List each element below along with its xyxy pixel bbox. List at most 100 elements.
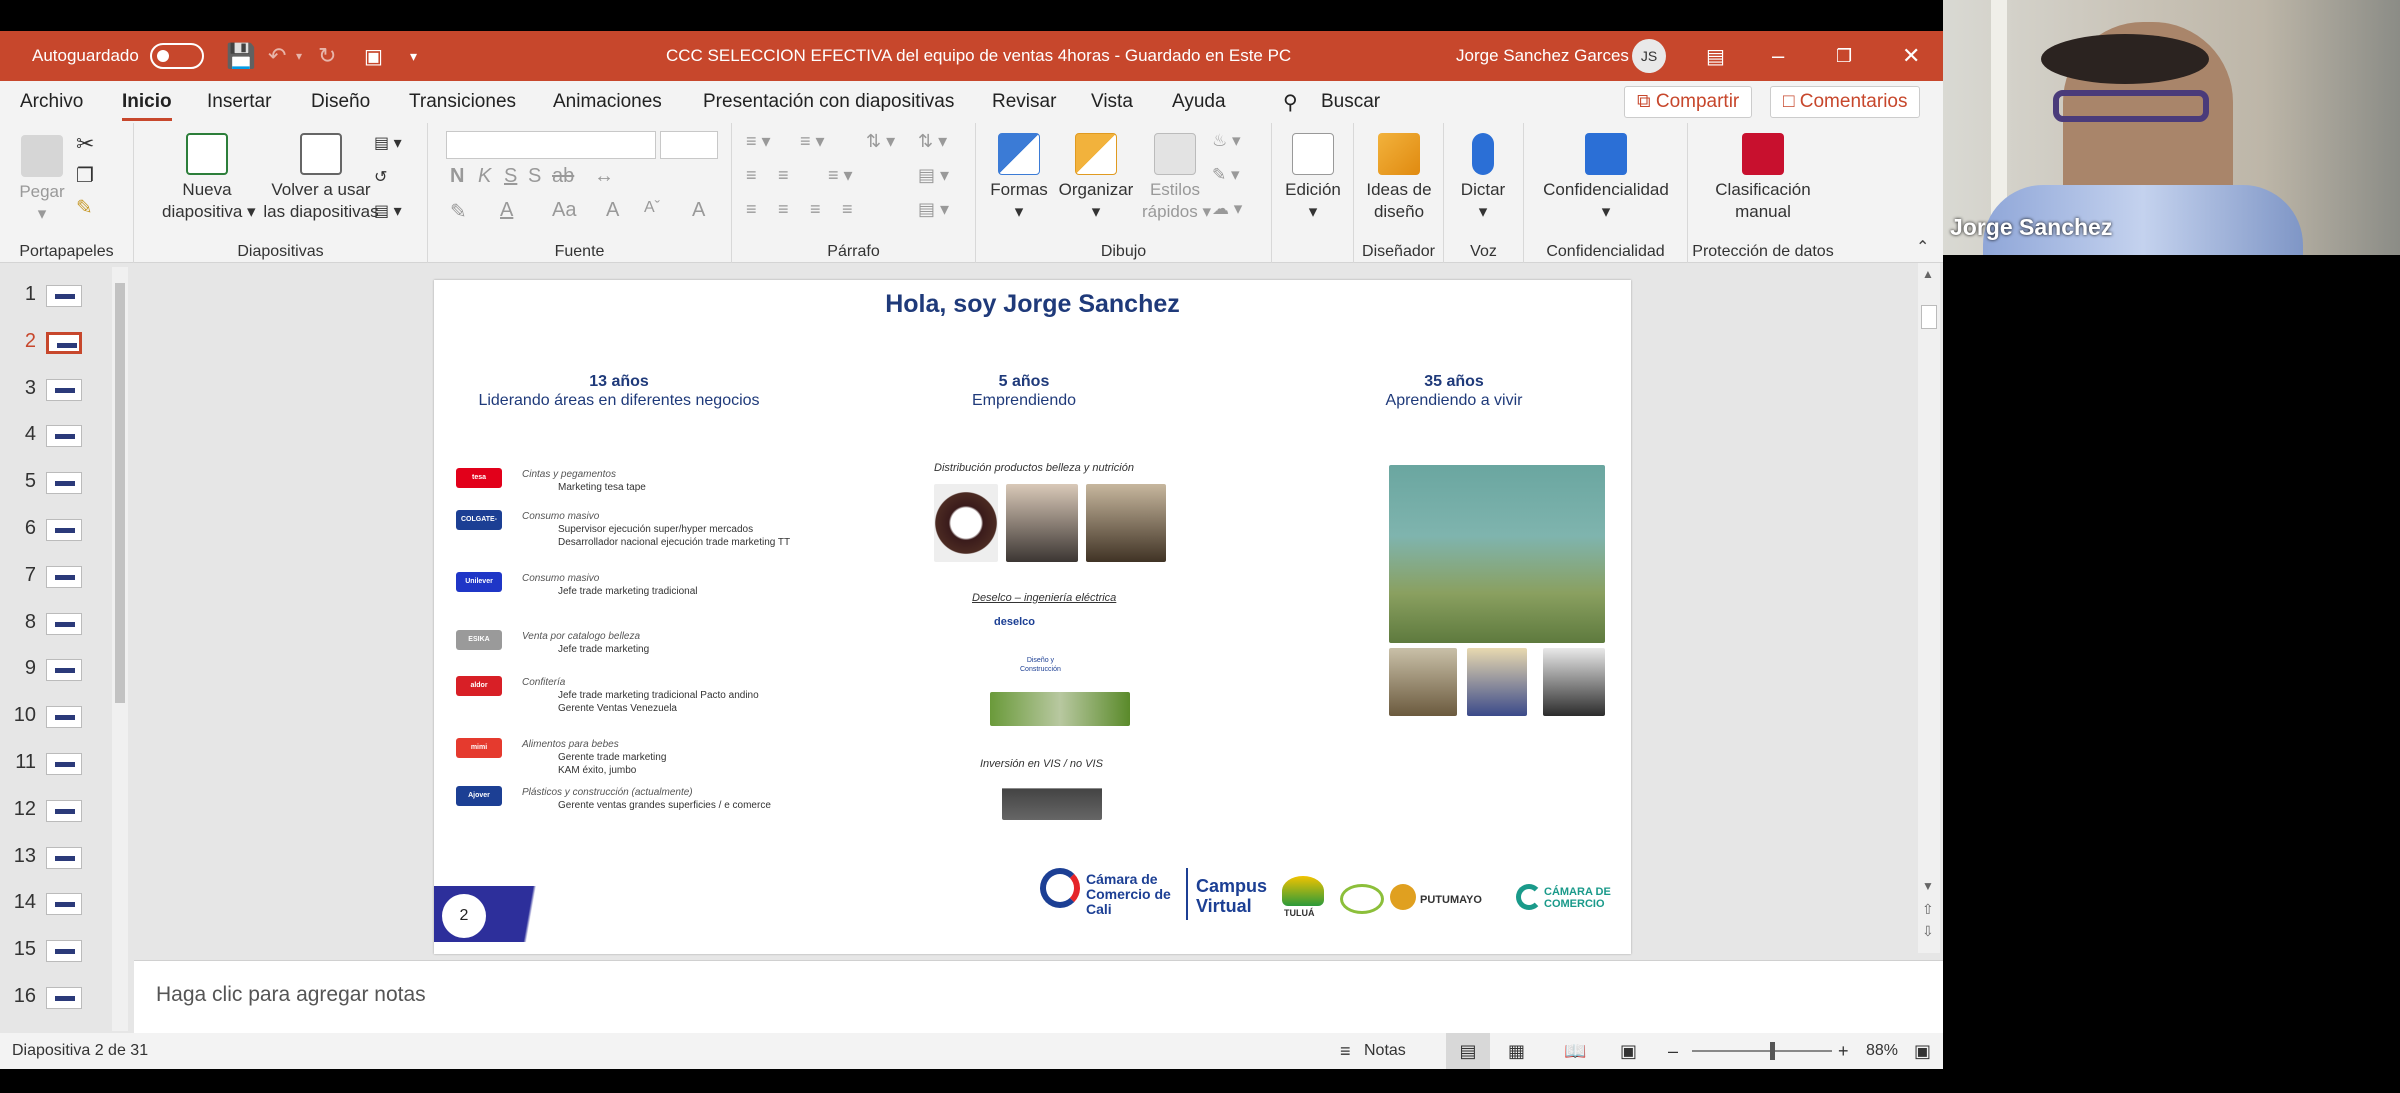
bullets-icon[interactable]: ≡ ▾ [746,131,771,152]
format-painter-icon[interactable]: ✎ [76,197,93,219]
ribbon-display-icon[interactable]: ▤ [1706,31,1725,81]
line-spacing-icon[interactable]: ⇅ ▾ [866,131,895,152]
search-icon[interactable]: ⚲ [1283,81,1298,123]
notes-placeholder[interactable]: Haga clic para agregar notas [156,983,426,1007]
notes-icon[interactable]: ≡ [1340,1033,1351,1069]
tab-animaciones[interactable]: Animaciones [553,81,662,123]
shapes-button[interactable]: Formas ▾ [988,133,1050,223]
customize-toolbar-icon[interactable]: ▾ [410,31,417,81]
tab-revisar[interactable]: Revisar [992,81,1056,123]
zoom-slider[interactable] [1692,1033,1832,1069]
justify-icon[interactable]: ≡ [842,199,853,220]
tab-ayuda[interactable]: Ayuda [1172,81,1226,123]
paste-button[interactable]: Pegar ▾ [14,135,70,225]
highlight-icon[interactable]: ✎ [450,199,467,224]
new-slide-button[interactable]: Nueva diapositiva ▾ [162,133,256,223]
zoom-out-icon[interactable]: – [1668,1033,1678,1069]
slide-thumbnail-preview[interactable] [46,659,82,682]
arrange-button[interactable]: Organizar ▾ [1054,133,1138,223]
shrink-font-button[interactable]: Aˇ [644,199,660,217]
collapse-ribbon-icon[interactable]: ⌃ [1916,237,1929,257]
undo-icon[interactable]: ↶ [268,31,286,81]
close-icon[interactable]: ✕ [1902,31,1920,81]
strikethrough-button[interactable]: ab [552,165,574,188]
tab-archivo[interactable]: Archivo [20,81,83,123]
tab-insertar[interactable]: Insertar [207,81,271,123]
spacing-button[interactable]: ↔ [594,165,614,188]
bold-button[interactable]: N [450,165,464,188]
slide-thumbnail-preview[interactable] [46,846,82,869]
search-box[interactable]: Buscar [1321,81,1380,123]
dictate-button[interactable]: Dictar ▾ [1452,133,1514,223]
thumbnail-scrollbar[interactable] [112,267,128,1031]
share-button[interactable]: Compartir [1656,91,1739,112]
align-text-icon[interactable]: ▤ ▾ [918,165,949,186]
minimize-icon[interactable]: – [1772,31,1784,81]
slide-thumbnail-preview[interactable] [46,378,82,401]
present-icon[interactable]: ▣ [364,31,383,81]
shape-effects-icon[interactable]: ☁ ▾ [1212,199,1242,219]
section-icon[interactable]: ▤ ▾ [374,201,402,223]
numbering-icon[interactable]: ≡ ▾ [800,131,825,152]
user-name[interactable]: Jorge Sanchez Garces [1456,31,1629,81]
decrease-indent-icon[interactable]: ≡ [746,165,757,186]
cut-icon[interactable]: ✂ [76,133,94,155]
notes-pane[interactable]: Haga clic para agregar notas [134,960,1943,1033]
align-left-icon[interactable]: ≡ [746,199,757,220]
editing-button[interactable]: Edición ▾ [1282,133,1344,223]
undo-dropdown-icon[interactable]: ▾ [296,31,302,81]
zoom-slider-handle[interactable] [1770,1042,1776,1060]
font-size-input[interactable] [660,131,718,159]
quick-styles-button[interactable]: Estilos rápidos ▾ [1142,133,1211,223]
slide-thumbnail-preview[interactable] [46,987,82,1009]
restore-icon[interactable]: ❐ [1836,31,1852,81]
layout-icon[interactable]: ▤ ▾ [374,133,402,155]
slide-thumbnail-preview[interactable] [46,519,82,541]
change-case-button[interactable]: Aa [552,199,576,222]
scrollbar-thumb[interactable] [115,283,125,703]
zoom-in-icon[interactable]: + [1838,1033,1849,1069]
notes-toggle[interactable]: Notas [1364,1033,1406,1069]
reading-view-icon[interactable]: 📖 [1564,1033,1586,1069]
autosave-toggle[interactable] [150,43,204,69]
text-direction-icon[interactable]: ⇅ ▾ [918,131,947,152]
slide-thumbnail-preview[interactable] [46,893,82,916]
align-right-icon[interactable]: ≡ [810,199,821,220]
redo-icon[interactable]: ↻ [318,31,336,81]
reset-icon[interactable]: ↺ [374,167,387,189]
shape-fill-icon[interactable]: ♨ ▾ [1212,131,1241,151]
scrollbar-thumb[interactable] [1921,305,1937,329]
italic-button[interactable]: K [478,165,491,188]
font-color-button[interactable]: A [500,199,513,222]
slide-thumbnail-preview[interactable] [46,285,82,307]
previous-slide-icon[interactable]: ⇧ [1922,901,1934,918]
normal-view-icon[interactable]: ▤ [1446,1033,1490,1069]
comments-button[interactable]: Comentarios [1800,91,1908,112]
slide-thumbnail-preview[interactable] [46,753,82,775]
tab-vista[interactable]: Vista [1091,81,1133,123]
classification-button[interactable]: Clasificación manual [1702,133,1824,223]
reuse-slides-button[interactable]: Volver a usar las diapositivas [256,133,386,223]
save-icon[interactable]: 💾 [226,31,256,81]
slide-scrollbar[interactable]: ▲ ▼ ⇧ ⇩ [1918,263,1940,953]
copy-icon[interactable]: ❐ [76,165,94,187]
smartart-icon[interactable]: ▤ ▾ [918,199,949,220]
confidentiality-button[interactable]: Confidencialidad ▾ [1538,133,1674,223]
slide-thumbnail-preview[interactable] [46,565,82,588]
slideshow-icon[interactable]: ▣ [1620,1033,1637,1069]
design-ideas-button[interactable]: Ideas de diseño [1360,133,1438,223]
tab-presentacion[interactable]: Presentación con diapositivas [703,81,954,123]
tab-inicio[interactable]: Inicio [122,81,172,123]
columns-icon[interactable]: ≡ ▾ [828,165,853,186]
tab-diseno[interactable]: Diseño [311,81,370,123]
scroll-down-icon[interactable]: ▼ [1922,879,1934,893]
slide-thumbnail-preview[interactable] [46,425,82,448]
slide-thumbnail-preview[interactable] [46,706,82,729]
clear-format-button[interactable]: A [692,199,705,222]
next-slide-icon[interactable]: ⇩ [1922,923,1934,940]
slide-thumbnail-preview[interactable] [46,472,82,495]
slide-canvas[interactable]: Hola, soy Jorge Sanchez 13 años Liderando… [434,280,1631,954]
shape-outline-icon[interactable]: ✎ ▾ [1212,165,1240,185]
fit-to-window-icon[interactable]: ▣ [1914,1033,1931,1069]
increase-indent-icon[interactable]: ≡ [778,165,789,186]
